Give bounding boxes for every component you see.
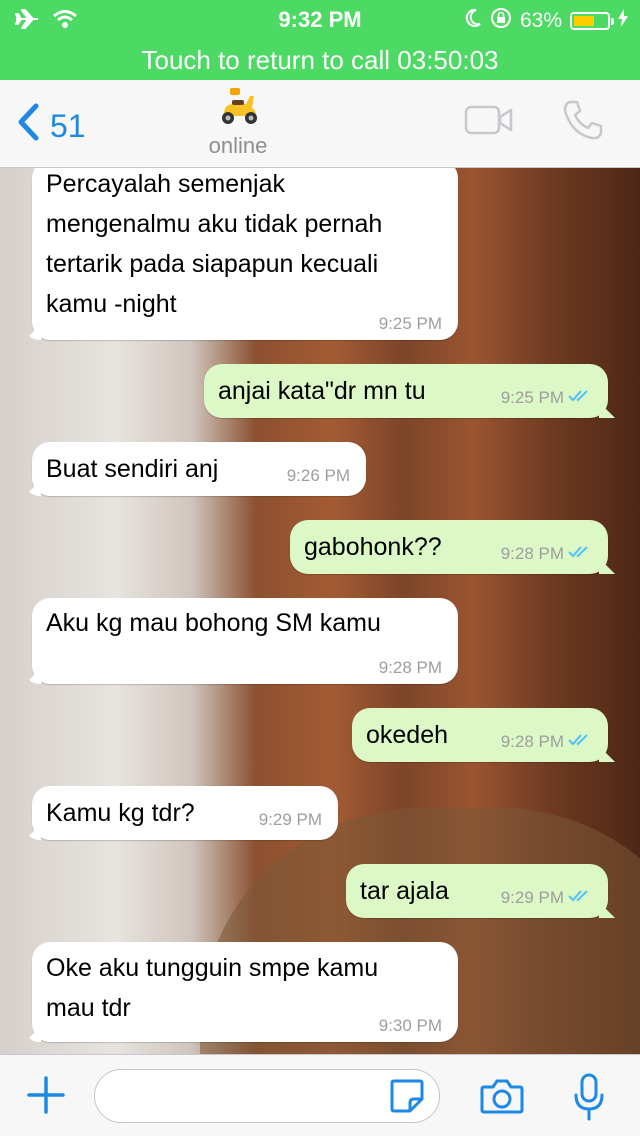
message-time: 9:30 PM (378, 1016, 442, 1035)
message-meta: 9:26 PM (287, 466, 350, 486)
message-text: okedeh (366, 715, 448, 755)
charging-icon (618, 9, 628, 33)
battery-level (574, 16, 594, 26)
message-text: anjai kata"dr mn tu (218, 371, 426, 411)
message-time: 9:28 PM (500, 732, 564, 751)
message-line: anjai kata"dr mn tu (218, 377, 426, 405)
plus-icon[interactable] (26, 1075, 66, 1120)
microphone-icon[interactable] (572, 1073, 606, 1126)
chat-area[interactable]: Percayalah semenjak mengenalmu aku tidak… (0, 168, 640, 1054)
message-outgoing[interactable]: okedeh 9:28 PM (352, 708, 608, 762)
message-input-bar (0, 1054, 640, 1136)
back-chevron-icon (16, 102, 40, 150)
read-ticks-icon (568, 888, 592, 908)
message-line: tar ajala (360, 877, 449, 905)
message-meta: 9:25 PM (379, 314, 442, 334)
message-meta: 9:28 PM (501, 544, 592, 564)
moon-icon (464, 8, 482, 34)
call-actions (464, 98, 604, 147)
message-time: 9:28 PM (378, 658, 442, 677)
sticker-icon[interactable] (388, 1077, 426, 1120)
message-incoming[interactable]: Kamu kg tdr? 9:29 PM (32, 786, 338, 840)
message-outgoing[interactable]: gabohonk?? 9:28 PM (290, 520, 608, 574)
message-outgoing[interactable]: tar ajala 9:29 PM (346, 864, 608, 918)
message-text: gabohonk?? (304, 527, 442, 567)
message-meta: 9:29 PM (501, 888, 592, 908)
message-line: Buat sendiri anj (46, 455, 219, 483)
camera-icon[interactable] (480, 1077, 524, 1120)
contact-info[interactable]: online (200, 86, 276, 159)
unread-count: 51 (50, 107, 86, 144)
rotation-lock-icon (490, 7, 512, 35)
message-time: 9:29 PM (500, 888, 564, 907)
message-meta: 9:30 PM (379, 1016, 442, 1036)
status-bar: 9:32 PM 63% (0, 0, 640, 40)
message-line: Aku kg mau bohong SM kamu (46, 609, 381, 637)
message-meta: 9:28 PM (501, 732, 592, 752)
video-call-icon[interactable] (464, 104, 514, 141)
chat-header: 51 online (0, 80, 640, 168)
message-line: Percayalah semenjak (46, 170, 286, 198)
read-ticks-icon (568, 732, 592, 752)
message-time: 9:26 PM (286, 466, 350, 485)
message-line: kamu -night (46, 290, 177, 318)
message-meta: 9:28 PM (379, 658, 442, 678)
message-text: tar ajala (360, 871, 449, 911)
contact-status: online (208, 133, 268, 158)
scooter-avatar (216, 88, 260, 130)
back-button[interactable]: 51 (16, 102, 86, 150)
message-line: gabohonk?? (304, 533, 442, 561)
message-time: 9:29 PM (258, 810, 322, 829)
message-line: tertarik pada siapapun kecuali (46, 250, 379, 278)
message-text: Buat sendiri anj (46, 449, 218, 489)
read-ticks-icon (568, 544, 592, 564)
message-line: mengenalmu aku tidak pernah (46, 210, 383, 238)
message-incoming[interactable]: Buat sendiri anj 9:26 PM (32, 442, 366, 496)
message-incoming[interactable]: Oke aku tungguin smpe kamu mau tdr 9:30 … (32, 942, 458, 1042)
message-meta: 9:29 PM (259, 810, 322, 830)
message-meta: 9:25 PM (501, 388, 592, 408)
message-time: 9:25 PM (500, 388, 564, 407)
battery-icon (570, 12, 614, 30)
message-text: Percayalah semenjak mengenalmu aku tidak… (46, 168, 382, 324)
message-text: Kamu kg tdr? (46, 793, 195, 833)
message-time: 9:28 PM (500, 544, 564, 563)
message-line: Oke aku tungguin smpe kamu (46, 954, 379, 982)
return-to-call-banner[interactable]: Touch to return to call 03:50:03 (0, 40, 640, 80)
battery-percent: 63% (519, 9, 562, 32)
status-bar-right: 63% (464, 7, 628, 35)
phone-call-icon[interactable] (560, 98, 604, 147)
message-time: 9:25 PM (378, 314, 442, 333)
read-ticks-icon (568, 388, 592, 408)
message-text: Aku kg mau bohong SM kamu (46, 603, 381, 643)
message-outgoing[interactable]: anjai kata"dr mn tu 9:25 PM (204, 364, 608, 418)
message-line: mau tdr (46, 994, 131, 1022)
message-line: okedeh (366, 721, 449, 749)
message-text: Oke aku tungguin smpe kamu mau tdr (46, 948, 378, 1028)
message-line: Kamu kg tdr? (46, 799, 195, 827)
message-incoming[interactable]: Aku kg mau bohong SM kamu 9:28 PM (32, 598, 458, 684)
message-incoming[interactable]: Percayalah semenjak mengenalmu aku tidak… (32, 168, 458, 340)
